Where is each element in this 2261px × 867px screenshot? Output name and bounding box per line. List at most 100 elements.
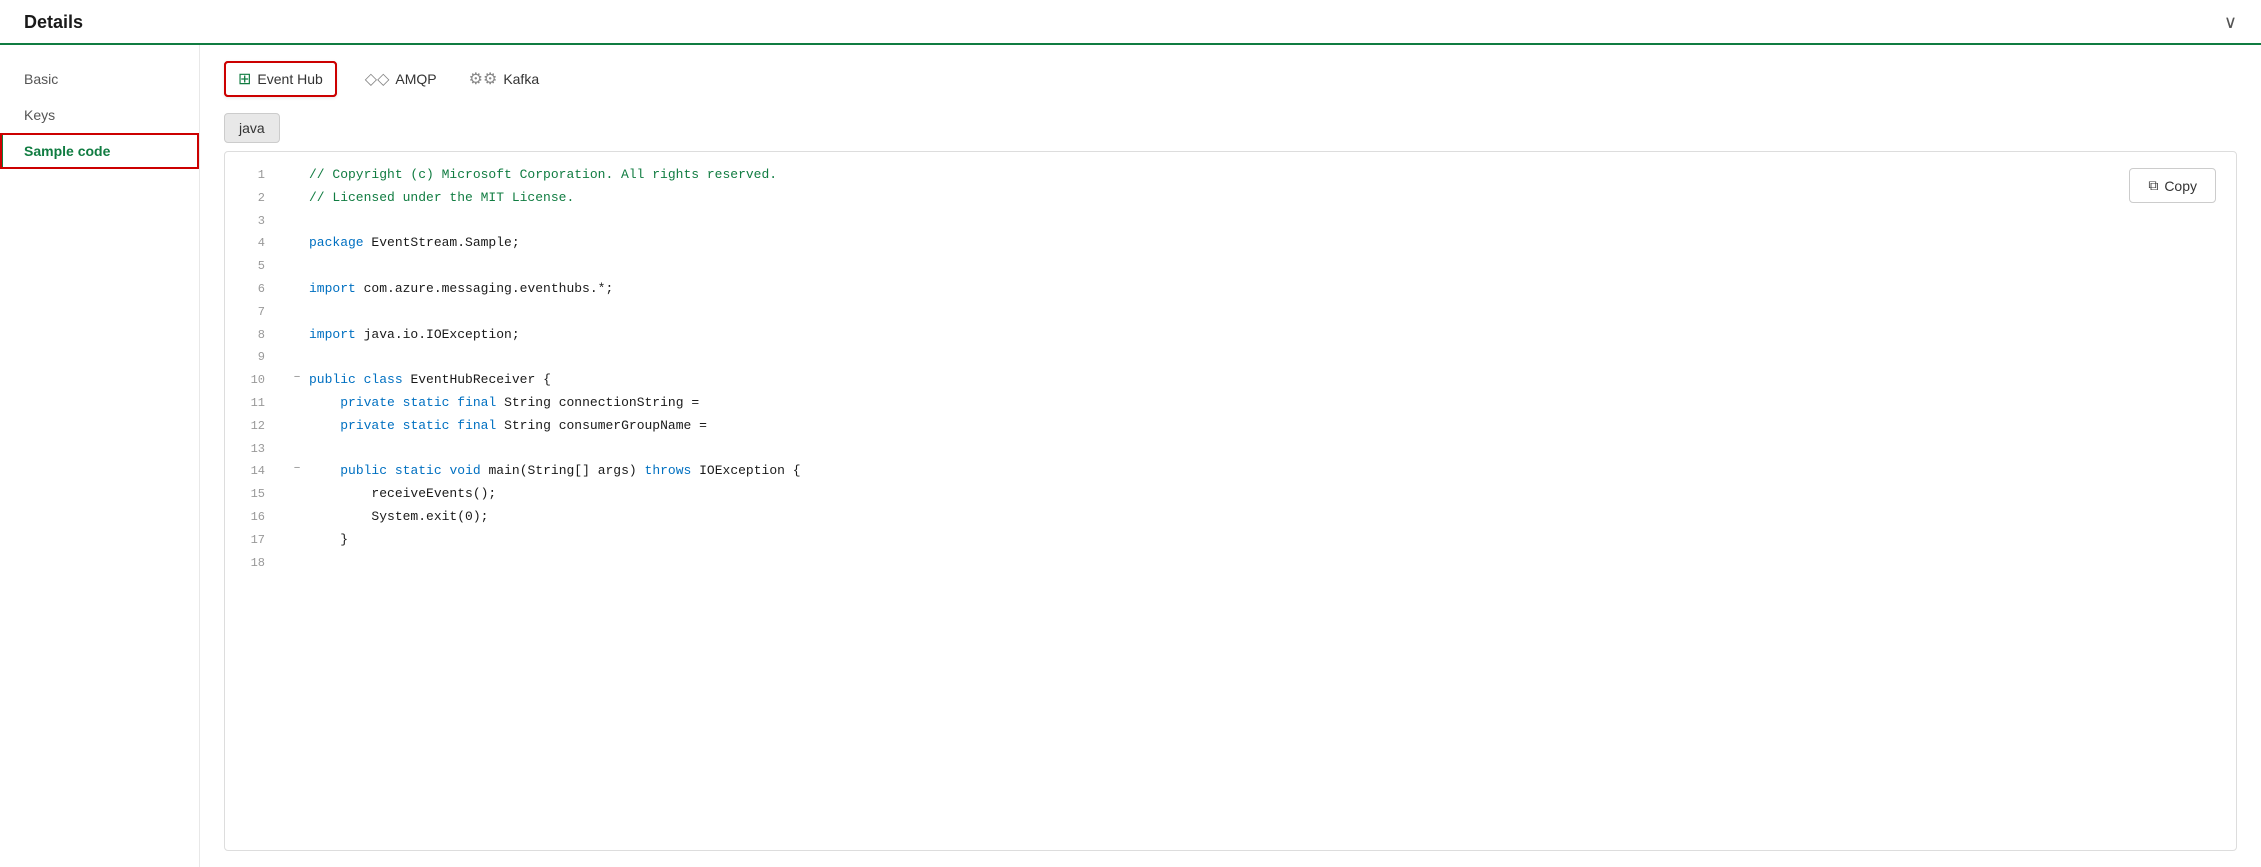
line-number: 18 — [233, 553, 265, 573]
code-plain: com.azure.messaging.eventhubs.*; — [356, 281, 613, 296]
sidebar-item-sample-code[interactable]: Sample code — [0, 133, 199, 169]
code-plain — [309, 395, 340, 410]
details-header: Details ∨ — [0, 0, 2261, 45]
line-number: 12 — [233, 416, 265, 436]
code-keyword: private — [340, 395, 395, 410]
language-selector: java — [224, 113, 2237, 151]
sidebar: Basic Keys Sample code — [0, 45, 200, 867]
code-keyword: static — [403, 418, 450, 433]
sidebar-item-keys[interactable]: Keys — [0, 97, 199, 133]
line-number: 6 — [233, 279, 265, 299]
collapse-toggle[interactable]: − — [289, 461, 305, 479]
table-row: 1 // Copyright (c) Microsoft Corporation.… — [225, 164, 2236, 187]
line-number: 11 — [233, 393, 265, 413]
table-row: 12 private static final String consumerG… — [225, 415, 2236, 438]
code-plain: main(String[] args) — [481, 463, 645, 478]
code-keyword: static — [395, 463, 442, 478]
table-row: 16 System.exit(0); — [225, 506, 2236, 529]
table-row: 4 package EventStream.Sample; — [225, 232, 2236, 255]
code-text — [309, 439, 2220, 460]
code-plain — [395, 418, 403, 433]
line-number: 2 — [233, 188, 265, 208]
code-plain: String consumerGroupName = — [496, 418, 707, 433]
line-number: 4 — [233, 233, 265, 253]
code-text: private static final String consumerGrou… — [309, 416, 2220, 437]
tab-amqp-label: AMQP — [395, 71, 436, 87]
code-lines: 1 // Copyright (c) Microsoft Corporation.… — [225, 164, 2236, 574]
tab-amqp[interactable]: ◇◇ AMQP — [361, 63, 441, 95]
code-text: receiveEvents(); — [309, 484, 2220, 505]
table-row: 15 receiveEvents(); — [225, 483, 2236, 506]
code-text: } — [309, 530, 2220, 551]
line-number: 5 — [233, 256, 265, 276]
code-text — [309, 211, 2220, 232]
table-row: 17 } — [225, 529, 2236, 552]
code-text — [309, 347, 2220, 368]
tab-kafka[interactable]: ⚙⚙ Kafka — [465, 63, 544, 95]
table-row: 13 — [225, 438, 2236, 461]
line-number: 8 — [233, 325, 265, 345]
code-keyword: throws — [645, 463, 692, 478]
code-keyword: class — [364, 372, 403, 387]
table-row: 11 private static final String connectio… — [225, 392, 2236, 415]
code-plain — [309, 418, 340, 433]
code-plain — [387, 463, 395, 478]
line-number: 3 — [233, 211, 265, 231]
code-keyword: final — [457, 395, 496, 410]
code-keyword: public — [309, 372, 356, 387]
code-plain: IOException { — [691, 463, 800, 478]
code-text — [309, 302, 2220, 323]
code-text: public class EventHubReceiver { — [309, 370, 2220, 391]
line-number: 9 — [233, 347, 265, 367]
copy-label: Copy — [2164, 178, 2197, 194]
table-row: 9 — [225, 346, 2236, 369]
code-text: // Licensed under the MIT License. — [309, 188, 2220, 209]
code-keyword: import — [309, 327, 356, 342]
code-text — [309, 256, 2220, 277]
page-container: Details ∨ Basic Keys Sample code ⊞ Event… — [0, 0, 2261, 867]
main-content: Basic Keys Sample code ⊞ Event Hub ◇◇ AM… — [0, 45, 2261, 867]
code-text: import com.azure.messaging.eventhubs.*; — [309, 279, 2220, 300]
sidebar-item-basic[interactable]: Basic — [0, 61, 199, 97]
tab-event-hub[interactable]: ⊞ Event Hub — [224, 61, 337, 97]
collapse-toggle[interactable]: − — [289, 370, 305, 388]
table-row: 3 — [225, 210, 2236, 233]
line-number: 14 — [233, 461, 265, 481]
code-keyword: package — [309, 235, 364, 250]
protocol-tabs: ⊞ Event Hub ◇◇ AMQP ⚙⚙ Kafka — [224, 61, 2237, 97]
table-row: 5 — [225, 255, 2236, 278]
table-row: 2 // Licensed under the MIT License. — [225, 187, 2236, 210]
code-plain: EventStream.Sample; — [364, 235, 520, 250]
line-number: 7 — [233, 302, 265, 322]
code-text: private static final String connectionSt… — [309, 393, 2220, 414]
copy-button[interactable]: ⧉ Copy — [2129, 168, 2216, 203]
line-number: 10 — [233, 370, 265, 390]
code-keyword: void — [449, 463, 480, 478]
table-row: 8import java.io.IOException; — [225, 324, 2236, 347]
code-plain: String connectionString = — [496, 395, 699, 410]
code-plain: EventHubReceiver { — [403, 372, 551, 387]
line-number: 13 — [233, 439, 265, 459]
table-row: 14 − public static void main(String[] arg… — [225, 460, 2236, 483]
code-text: public static void main(String[] args) t… — [309, 461, 2220, 482]
line-number: 1 — [233, 165, 265, 185]
page-title: Details — [24, 12, 83, 43]
line-number: 16 — [233, 507, 265, 527]
table-row: 6 import com.azure.messaging.eventhubs.*; — [225, 278, 2236, 301]
amqp-icon: ◇◇ — [365, 69, 390, 89]
code-plain: } — [309, 532, 348, 547]
event-hub-icon: ⊞ — [238, 69, 251, 89]
code-text — [309, 553, 2220, 574]
code-plain — [395, 395, 403, 410]
code-text: package EventStream.Sample; — [309, 233, 2220, 254]
code-keyword: static — [403, 395, 450, 410]
kafka-icon: ⚙⚙ — [469, 69, 498, 89]
copy-icon: ⧉ — [2148, 177, 2158, 194]
code-keyword: import — [309, 281, 356, 296]
right-panel: ⊞ Event Hub ◇◇ AMQP ⚙⚙ Kafka java — [200, 45, 2261, 867]
code-text: // Copyright (c) Microsoft Corporation. … — [309, 165, 2220, 186]
code-text: System.exit(0); — [309, 507, 2220, 528]
code-comment: // Copyright (c) Microsoft Corporation. … — [309, 167, 777, 182]
collapse-icon[interactable]: ∨ — [2224, 12, 2237, 43]
language-tab-java[interactable]: java — [224, 113, 280, 143]
